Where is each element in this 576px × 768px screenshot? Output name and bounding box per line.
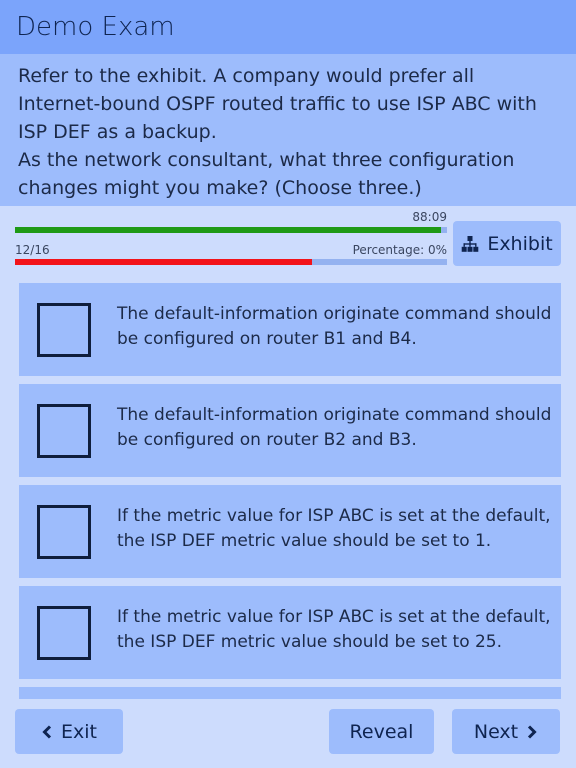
exhibit-button[interactable]: Exhibit	[453, 221, 561, 266]
exit-button-label: Exit	[61, 720, 97, 743]
answer-option-5-partial[interactable]	[19, 687, 561, 699]
answer-checkbox[interactable]	[37, 505, 91, 559]
page-title: Demo Exam	[16, 12, 175, 42]
question-text: Refer to the exhibit. A company would pr…	[0, 54, 576, 206]
answer-text: If the metric value for ISP ABC is set a…	[117, 506, 551, 551]
sitemap-icon	[462, 235, 479, 252]
app-header: Demo Exam	[0, 0, 576, 54]
question-progress-fill	[15, 259, 312, 265]
answer-option-2[interactable]: The default-information originate comman…	[19, 384, 561, 477]
exhibit-button-label: Exhibit	[487, 232, 553, 255]
reveal-button[interactable]: Reveal	[329, 709, 434, 754]
question-progress-bar	[15, 259, 447, 265]
answer-text: The default-information originate comman…	[117, 405, 552, 450]
reveal-button-label: Reveal	[349, 720, 414, 743]
chevron-left-icon	[42, 724, 52, 739]
answer-checkbox[interactable]	[37, 404, 91, 458]
answer-checkbox[interactable]	[37, 303, 91, 357]
chevron-right-icon	[528, 724, 537, 739]
time-remaining: 88:09	[412, 210, 447, 224]
answer-option-1[interactable]: The default-information originate comman…	[19, 283, 561, 376]
answer-checkbox[interactable]	[37, 606, 91, 660]
question-line: Refer to the exhibit. A company would pr…	[18, 65, 537, 143]
time-progress-bar	[15, 227, 447, 233]
answer-text: The default-information originate comman…	[117, 304, 552, 349]
answer-text: If the metric value for ISP ABC is set a…	[117, 607, 551, 652]
exit-button[interactable]: Exit	[15, 709, 123, 754]
question-line: As the network consultant, what three co…	[18, 149, 515, 199]
next-button[interactable]: Next	[452, 709, 560, 754]
percentage-label: Percentage: 0%	[352, 243, 447, 257]
progress-area: 88:09 12/16 Percentage: 0%	[15, 210, 447, 270]
answer-option-3[interactable]: If the metric value for ISP ABC is set a…	[19, 485, 561, 578]
time-progress-fill	[15, 227, 441, 233]
question-counter: 12/16	[15, 243, 50, 257]
answer-option-4[interactable]: If the metric value for ISP ABC is set a…	[19, 586, 561, 679]
next-button-label: Next	[473, 720, 519, 743]
